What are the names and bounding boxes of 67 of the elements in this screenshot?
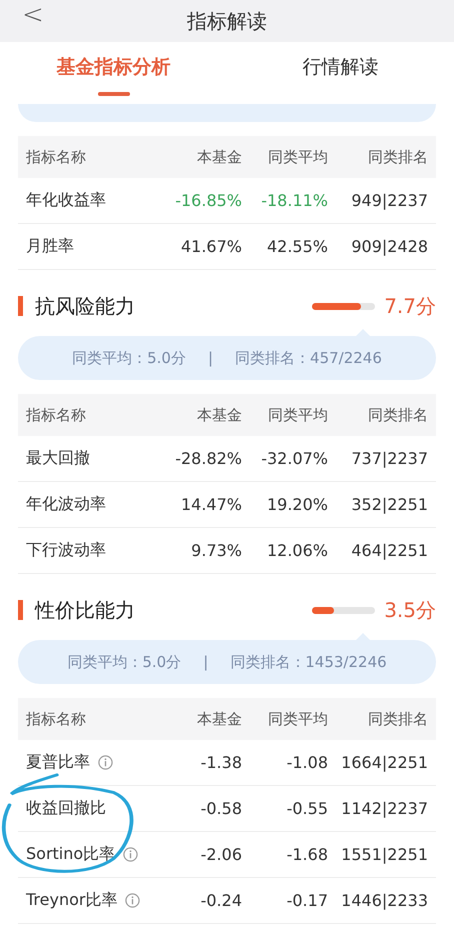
column-header: 本基金 bbox=[196, 710, 242, 728]
column-header: 同类平均 bbox=[267, 148, 328, 166]
metric-name: 年化收益率 bbox=[26, 190, 106, 211]
section-marker bbox=[18, 296, 23, 316]
table-cell-text: 42.55% bbox=[266, 237, 328, 256]
table-cell-text: 1664|2251 bbox=[340, 753, 428, 772]
info-icon[interactable] bbox=[125, 893, 140, 908]
metric-name: 夏普比率 bbox=[26, 752, 90, 773]
info-icon[interactable] bbox=[98, 755, 113, 770]
rank-text: 同类排名：457/2246 bbox=[235, 348, 382, 368]
metric-name: Sortino比率 bbox=[26, 844, 116, 865]
table-cell-text: -16.85% bbox=[174, 191, 242, 210]
table-cell-text: 464|2251 bbox=[350, 541, 428, 560]
table-cell-text: -1.08 bbox=[286, 753, 328, 772]
table-cell-text: -0.58 bbox=[200, 799, 242, 818]
table-cell-text: -1.68 bbox=[286, 845, 328, 864]
table-cell-text: -2.06 bbox=[200, 845, 242, 864]
table-cell-text: 352|2251 bbox=[350, 495, 428, 514]
table-cell-text: 949|2237 bbox=[350, 191, 428, 210]
table-cell-text: 14.47% bbox=[180, 495, 242, 514]
page-title: 指标解读 bbox=[187, 8, 267, 34]
table-cell-text: -32.07% bbox=[260, 449, 328, 468]
metric-name: 年化波动率 bbox=[26, 494, 106, 515]
table-cell-text: 19.20% bbox=[266, 495, 328, 514]
column-header: 同类排名 bbox=[367, 406, 428, 424]
table-cell-text: 1446|2233 bbox=[340, 891, 428, 910]
metric-name: 下行波动率 bbox=[26, 540, 106, 561]
table-cell-text: 737|2237 bbox=[350, 449, 428, 468]
table-cell-text: -1.38 bbox=[200, 753, 242, 772]
table-cell-text: 1551|2251 bbox=[340, 845, 428, 864]
column-header: 同类排名 bbox=[367, 710, 428, 728]
metric-name: Treynor比率 bbox=[26, 890, 118, 911]
section-title: 抗风险能力 bbox=[35, 292, 136, 320]
column-header: 同类排名 bbox=[367, 148, 428, 166]
divider-text: | bbox=[203, 653, 208, 671]
metric-name: 月胜率 bbox=[26, 236, 74, 257]
info-icon[interactable] bbox=[123, 847, 138, 862]
table-cell-text: 12.06% bbox=[266, 541, 328, 560]
table-cell-text: -28.82% bbox=[174, 449, 242, 468]
column-header: 指标名称 bbox=[26, 148, 87, 166]
metric-name: 最大回撤 bbox=[26, 448, 90, 469]
average-score: 同类平均：5.0分 bbox=[72, 348, 186, 368]
table-cell-text: -0.55 bbox=[286, 799, 328, 818]
table-cell-text: 41.67% bbox=[180, 237, 242, 256]
column-header: 本基金 bbox=[196, 148, 242, 166]
score-value: 3.5分 bbox=[384, 596, 436, 624]
score-value: 7.7分 bbox=[384, 292, 436, 320]
column-header: 指标名称 bbox=[26, 710, 87, 728]
table-cell-text: -0.24 bbox=[200, 891, 242, 910]
metric-name: 收益回撤比 bbox=[26, 798, 106, 819]
back-button[interactable]: < bbox=[22, 0, 44, 30]
divider-text: | bbox=[208, 349, 214, 367]
average-score: 同类平均：5.0分 bbox=[67, 652, 182, 672]
section-title: 性价比能力 bbox=[35, 596, 136, 624]
column-header: 本基金 bbox=[196, 406, 242, 424]
table-cell-text: 9.73% bbox=[190, 541, 242, 560]
rank-text: 同类排名：1453/2246 bbox=[230, 652, 387, 672]
table-cell-text: -18.11% bbox=[260, 191, 328, 210]
tab[interactable]: 行情解读 bbox=[227, 42, 454, 104]
column-header: 同类平均 bbox=[267, 710, 328, 728]
table-cell-text: -0.17 bbox=[286, 891, 328, 910]
tab[interactable]: 基金指标分析 bbox=[0, 42, 227, 104]
table-cell-text: 909|2428 bbox=[350, 237, 428, 256]
table-cell-text: 1142|2237 bbox=[340, 799, 428, 818]
column-header: 同类平均 bbox=[267, 406, 328, 424]
section-marker bbox=[18, 600, 23, 620]
column-header: 指标名称 bbox=[26, 406, 87, 424]
